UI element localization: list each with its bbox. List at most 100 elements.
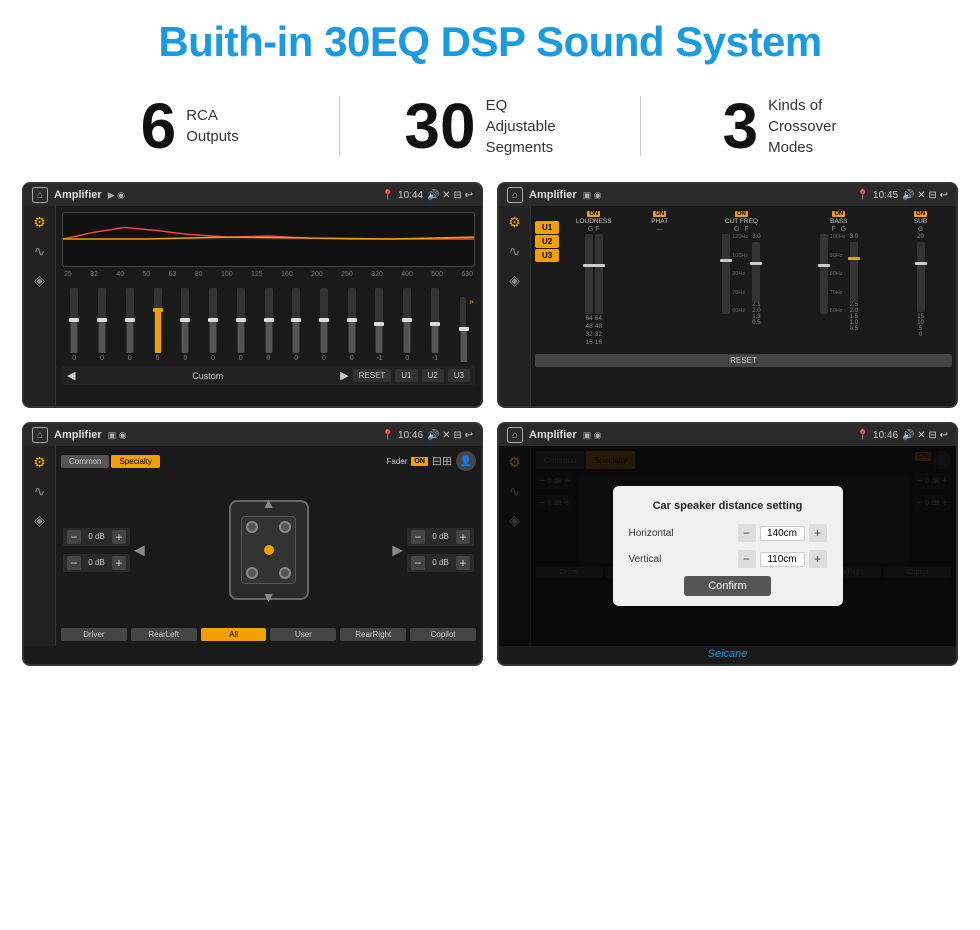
eq-slider-6[interactable]: 0 [228,288,253,362]
amp2-main: U1 U2 U3 ON LOUDNESS GF [531,206,956,406]
bass-on: ON [832,211,845,217]
u2-btn-1[interactable]: U2 [422,369,444,382]
screen-content-4: ⚙ ∿ ◈ Common Specialty ON 👤 [499,446,956,646]
horizontal-plus-btn[interactable]: + [809,524,827,542]
right-db-controls: − 0 dB + − 0 dB + [407,528,474,572]
eq-slider-12[interactable]: 0 [395,288,420,362]
rear-right-btn[interactable]: RearRight [340,628,406,641]
reset-btn-1[interactable]: RESET [353,369,392,382]
common-tab[interactable]: Common [61,455,109,468]
home-icon-3[interactable] [32,427,48,443]
speaker-side-icon-3[interactable]: ◈ [34,512,45,529]
eq-slider-0[interactable]: 0 [62,288,87,362]
copilot-btn[interactable]: Copilot [410,628,476,641]
fader-top: Common Specialty Fader ON ⊟⊞ 👤 [61,451,476,471]
side-icons-2: ⚙ ∿ ◈ [499,206,531,406]
fader-user-btn[interactable]: 👤 [456,451,476,471]
eq-slider-14[interactable]: » [450,297,475,362]
db-minus-fl[interactable]: − [67,530,81,544]
icons-2a: ▣ ◉ [583,190,602,201]
home-icon-1[interactable] [32,187,48,203]
eq-slider-1[interactable]: 0 [90,288,115,362]
db-value-rl: 0 dB [84,558,109,567]
eq-next-btn[interactable]: ▶ [340,369,348,382]
u1-preset[interactable]: U1 [535,221,559,234]
u3-preset[interactable]: U3 [535,249,559,262]
rear-left-btn[interactable]: RearLeft [131,628,197,641]
eq-freq-labels: 25 32 40 50 63 80 100 125 160 200 250 32… [62,271,475,278]
stat-eq: 30 EQ Adjustable Segments [340,94,639,158]
app-title-4: Amplifier [529,429,577,441]
cutfreq-label: CUT FREQ [725,218,758,225]
db-minus-rl[interactable]: − [67,556,81,570]
car-up-arrow[interactable]: ▲ [262,495,276,511]
specialty-tab[interactable]: Specialty [111,455,159,468]
u3-btn-1[interactable]: U3 [448,369,470,382]
db-control-rr: − 0 dB + [407,554,474,572]
app-title-1: Amplifier [54,189,102,201]
car-down-arrow[interactable]: ▼ [262,589,276,605]
icons-3b: 🔊 ✕ ⊟ ↩ [427,430,473,441]
icons-1: 🔊 ✕ ⊟ ↩ [427,190,473,201]
wave-side-icon[interactable]: ∿ [34,243,46,260]
status-bar-1: Amplifier ▶ ◉ 📍 10:44 🔊 ✕ ⊟ ↩ [24,184,481,206]
eq-bottom: ◀ Custom ▶ RESET U1 U2 U3 [62,366,475,385]
time-3: 10:46 [398,430,423,441]
eq-slider-7[interactable]: 0 [256,288,281,362]
eq-side-icon[interactable]: ⚙ [33,214,46,231]
eq-side-icon-2[interactable]: ⚙ [508,214,521,231]
all-btn[interactable]: All [201,628,267,641]
user-btn[interactable]: User [270,628,336,641]
eq-slider-13[interactable]: -1 [423,288,448,362]
stat-crossover-label: Kinds of Crossover Modes [768,95,858,158]
u1-btn-1[interactable]: U1 [395,369,417,382]
speaker-side-icon-2[interactable]: ◈ [509,272,520,289]
screen-content-3: ⚙ ∿ ◈ Common Specialty Fader ON ⊟⊞ [24,446,481,646]
icons-3a: ▣ ◉ [108,430,127,441]
page-header: Buith-in 30EQ DSP Sound System [0,0,980,76]
eq-slider-5[interactable]: 0 [201,288,226,362]
icons-4b: 🔊 ✕ ⊟ ↩ [902,430,948,441]
driver-btn[interactable]: Driver [61,628,127,641]
screens-grid: Amplifier ▶ ◉ 📍 10:44 🔊 ✕ ⊟ ↩ ⚙ ∿ ◈ [0,172,980,676]
eq-prev-btn[interactable]: ◀ [67,369,75,382]
home-icon-4[interactable] [507,427,523,443]
db-plus-fl[interactable]: + [112,530,126,544]
db-control-fr: − 0 dB + [407,528,474,546]
wave-side-icon-3[interactable]: ∿ [34,483,46,500]
screen-amp: Amplifier ▣ ◉ 📍 10:45 🔊 ✕ ⊟ ↩ ⚙ ∿ ◈ [497,182,958,408]
side-icons-3: ⚙ ∿ ◈ [24,446,56,646]
car-right-arrow[interactable]: ▶ [392,541,403,558]
vertical-plus-btn[interactable]: + [809,550,827,568]
screen-eq: Amplifier ▶ ◉ 📍 10:44 🔊 ✕ ⊟ ↩ ⚙ ∿ ◈ [22,182,483,408]
home-icon-2[interactable] [507,187,523,203]
db-plus-rr[interactable]: + [456,556,470,570]
eq-slider-8[interactable]: 0 [284,288,309,362]
u2-preset[interactable]: U2 [535,235,559,248]
dialog-horizontal-row: Horizontal − 140cm + [629,524,827,542]
eq-slider-4[interactable]: 0 [173,288,198,362]
fader-main: Common Specialty Fader ON ⊟⊞ 👤 [56,446,481,646]
car-left-arrow[interactable]: ◀ [134,541,145,558]
db-plus-fr[interactable]: + [456,530,470,544]
reset-btn-2[interactable]: RESET [535,354,952,367]
db-minus-rr[interactable]: − [411,556,425,570]
eq-slider-9[interactable]: 0 [312,288,337,362]
db-minus-fr[interactable]: − [411,530,425,544]
speaker-side-icon[interactable]: ◈ [34,272,45,289]
location-icon-3: 📍 [382,430,394,441]
horizontal-label: Horizontal [629,528,689,539]
vertical-minus-btn[interactable]: − [738,550,756,568]
db-plus-rl[interactable]: + [112,556,126,570]
eq-side-icon-3[interactable]: ⚙ [33,454,46,471]
eq-slider-3[interactable]: 5 [145,288,170,362]
confirm-button[interactable]: Confirm [684,576,771,596]
phat-on: ON [653,211,666,217]
horizontal-minus-btn[interactable]: − [738,524,756,542]
eq-slider-10[interactable]: 0 [339,288,364,362]
status-left-1: Amplifier ▶ ◉ [32,187,125,203]
eq-slider-11[interactable]: -1 [367,288,392,362]
page-title: Buith-in 30EQ DSP Sound System [10,18,970,66]
wave-side-icon-2[interactable]: ∿ [509,243,521,260]
eq-slider-2[interactable]: 0 [117,288,142,362]
